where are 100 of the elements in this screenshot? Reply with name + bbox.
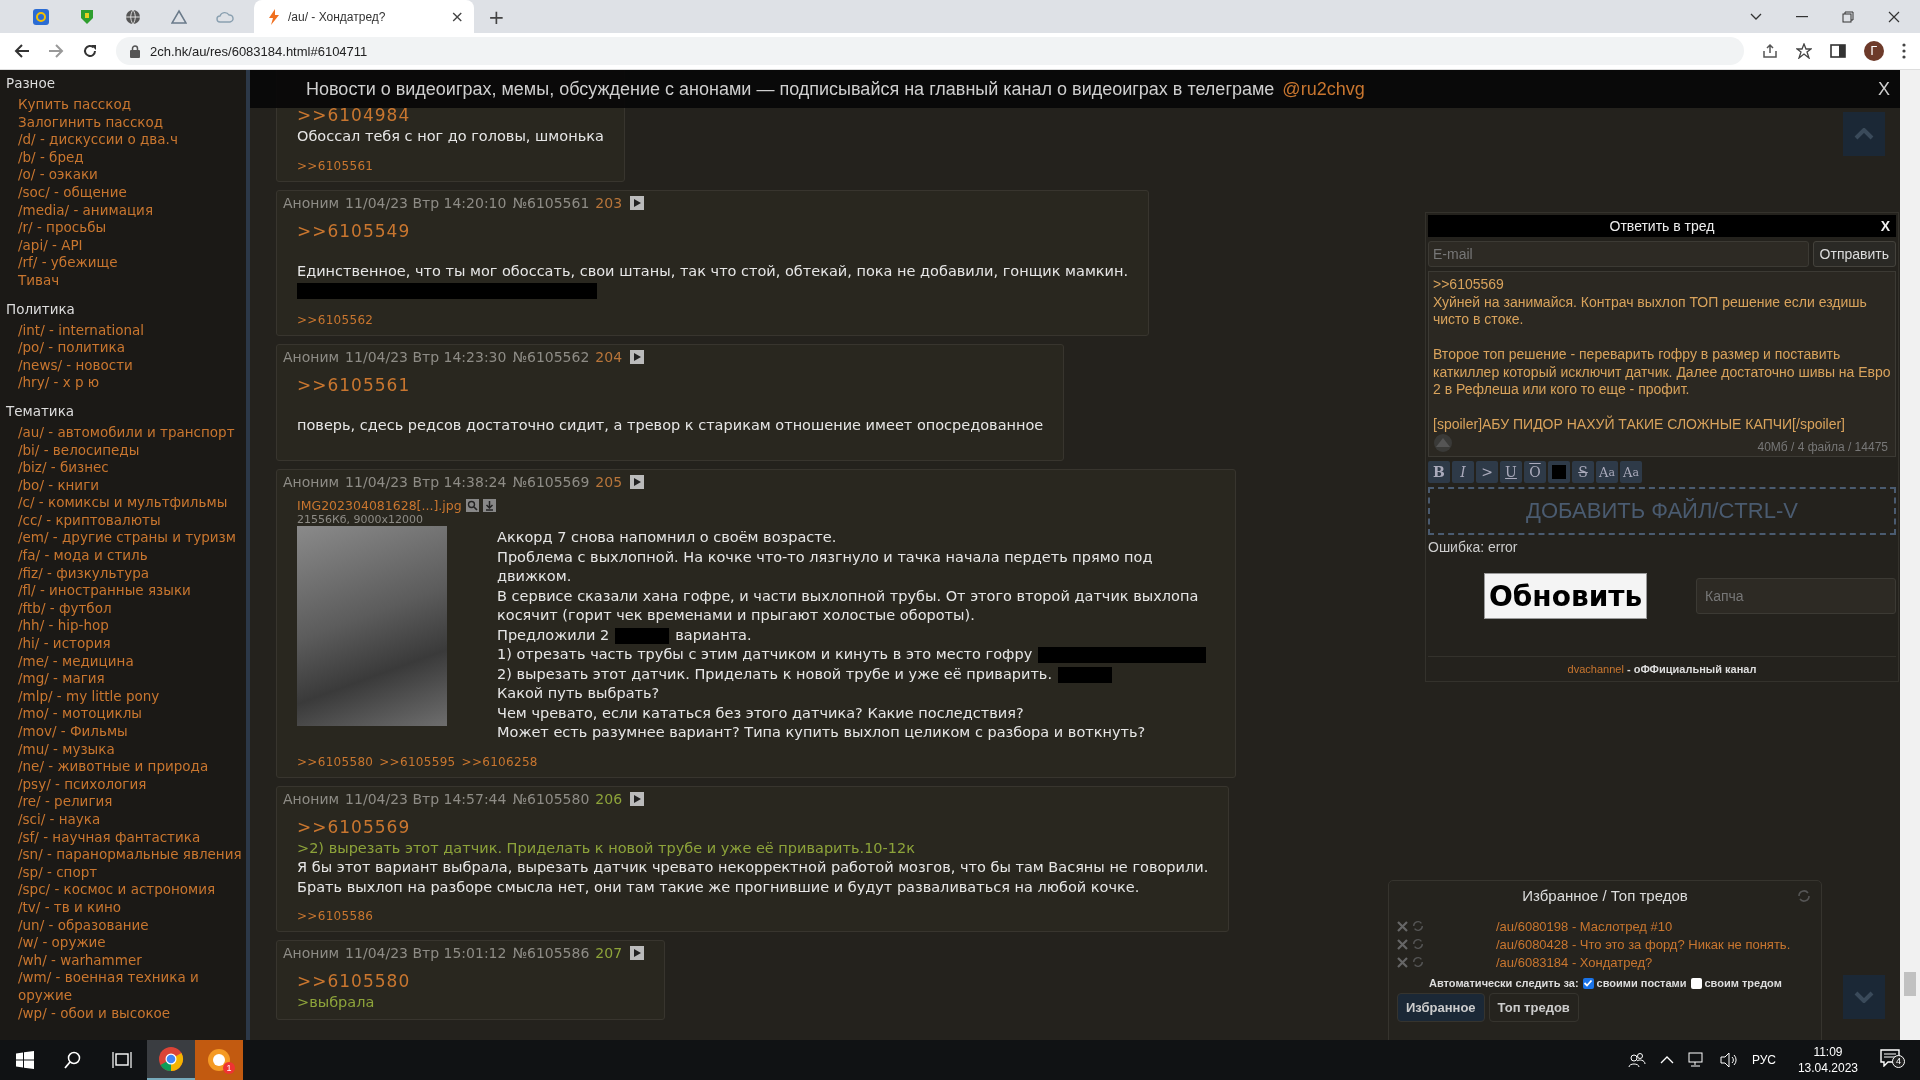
channel-link[interactable]: dvachannel: [1567, 663, 1624, 675]
board-link[interactable]: /mov/ - Фильмы: [6, 723, 246, 741]
board-link[interactable]: /wp/ - обои и высокое: [6, 1004, 246, 1023]
star-icon[interactable]: [1796, 43, 1812, 59]
notification-icon[interactable]: [1880, 1049, 1900, 1067]
share-icon[interactable]: [1762, 43, 1778, 59]
board-link[interactable]: Купить пасскод: [6, 96, 246, 114]
refresh-button[interactable]: Обновить: [1484, 573, 1648, 619]
chevron-down-icon[interactable]: [1750, 12, 1762, 21]
board-link[interactable]: /c/ - комиксы и мультфильмы: [6, 494, 246, 512]
board-link[interactable]: /mg/ - магия: [6, 670, 246, 688]
board-link[interactable]: /news/ - новости: [6, 356, 246, 375]
post-number[interactable]: №6105586: [512, 945, 590, 961]
chevron-up-icon[interactable]: [1659, 1056, 1674, 1064]
format-button[interactable]: I: [1452, 461, 1474, 483]
download-icon[interactable]: [482, 499, 496, 512]
close-button[interactable]: X: [1880, 218, 1890, 234]
board-link[interactable]: /fa/ - мода и стиль: [6, 547, 246, 565]
board-link[interactable]: /sf/ - научная фантастика: [6, 828, 246, 847]
board-link[interactable]: /int/ - international: [6, 321, 246, 340]
board-link[interactable]: /wm/ - военная техника и оружие: [6, 969, 246, 1005]
board-link[interactable]: /media/ - анимация: [6, 201, 246, 220]
post-number[interactable]: №6105569: [512, 474, 590, 490]
close-icon[interactable]: [1888, 10, 1900, 23]
board-link[interactable]: /fiz/ - физкультура: [6, 564, 246, 583]
play-icon[interactable]: [630, 475, 645, 489]
people-icon[interactable]: [1627, 1052, 1646, 1068]
board-link[interactable]: /hh/ - hip-hop: [6, 617, 246, 636]
play-icon[interactable]: [630, 195, 645, 210]
backlink[interactable]: >>6105595: [379, 754, 456, 769]
backlink[interactable]: >>6105562: [297, 312, 374, 327]
board-link[interactable]: /spc/ - космос и астрономия: [6, 881, 246, 899]
board-link[interactable]: /hry/ - х р ю: [6, 374, 246, 392]
board-link[interactable]: /au/ - автомобили и транспорт: [6, 423, 246, 442]
restore-icon[interactable]: [1842, 10, 1854, 23]
reply-link[interactable]: >>6105549: [297, 218, 411, 262]
board-link[interactable]: /hi/ - история: [6, 635, 246, 653]
format-button[interactable]: B: [1428, 461, 1450, 483]
board-link[interactable]: /re/ - религия: [6, 793, 246, 811]
board-link[interactable]: /soc/ - общение: [6, 183, 246, 202]
board-link[interactable]: /me/ - медицина: [6, 652, 246, 671]
board-link[interactable]: /tv/ - тв и кино: [6, 898, 246, 917]
board-link[interactable]: /mlp/ - my little pony: [6, 687, 246, 706]
board-link[interactable]: /ne/ - животные и природа: [6, 758, 246, 776]
reply-link[interactable]: >>6105561: [297, 372, 411, 416]
board-link[interactable]: /r/ - просьбы: [6, 219, 246, 237]
email-field[interactable]: E-mail: [1428, 241, 1809, 267]
post-number[interactable]: №6105580: [512, 790, 590, 807]
board-link[interactable]: /psy/ - психология: [6, 775, 246, 794]
clock-time[interactable]: 11:09: [1813, 1044, 1843, 1060]
post-number[interactable]: №6105561: [512, 194, 590, 211]
board-link[interactable]: /sci/ - наука: [6, 810, 246, 829]
board-link[interactable]: /o/ - оэкаки: [6, 166, 246, 184]
board-link[interactable]: /bo/ - книги: [6, 476, 246, 495]
format-button[interactable]: O: [1524, 461, 1546, 483]
windows-logo-icon[interactable]: [16, 1051, 34, 1069]
board-link[interactable]: /b/ - бред: [6, 148, 246, 167]
board-link[interactable]: /cc/ - криптовалюты: [6, 511, 246, 530]
board-link[interactable]: /api/ - API: [6, 236, 246, 255]
menu-dots-icon[interactable]: [1902, 43, 1906, 59]
board-link[interactable]: /mu/ - музыка: [6, 740, 246, 759]
format-button[interactable]: >: [1476, 461, 1498, 483]
post-number[interactable]: №6105562: [512, 348, 590, 365]
checkbox[interactable]: [1690, 977, 1702, 989]
side-panel-icon[interactable]: [1830, 43, 1846, 59]
board-link[interactable]: /rf/ - убежище: [6, 254, 246, 272]
panel-tab[interactable]: Топ тредов: [1488, 993, 1579, 1022]
reply-link[interactable]: >>6105569: [297, 816, 411, 837]
search-icon[interactable]: [64, 1051, 82, 1069]
panel-tab[interactable]: Избранное: [1397, 993, 1485, 1022]
send-button[interactable]: Отправить: [1812, 241, 1896, 267]
play-icon[interactable]: [630, 349, 645, 364]
close-tab-button[interactable]: ×: [450, 7, 464, 26]
backlink[interactable]: >>6105580: [297, 754, 374, 769]
profile-avatar[interactable]: Г: [1864, 41, 1884, 61]
address-bar[interactable]: 2ch.hk/au/res/6083184.html#6104711: [116, 37, 1744, 65]
network-icon[interactable]: [1687, 1052, 1706, 1068]
board-link[interactable]: /sn/ - паранормальные явления: [6, 846, 246, 864]
board-link[interactable]: Залогинить пасскод: [6, 113, 246, 132]
thread-link[interactable]: /au/6083184 - Хондатред?: [1496, 954, 1653, 970]
close-button[interactable]: X: [1878, 78, 1890, 100]
play-icon[interactable]: [630, 946, 645, 960]
thread-link[interactable]: /au/6080198 - Маслотред #10: [1496, 918, 1673, 934]
remove-icon[interactable]: [1397, 938, 1408, 950]
thread-link[interactable]: /au/6080428 - Что это за форд? Никак не понять.: [1496, 936, 1791, 952]
play-icon[interactable]: [630, 791, 645, 806]
new-tab-button[interactable]: +: [488, 4, 505, 29]
board-link[interactable]: /sp/ - спорт: [6, 863, 246, 882]
board-link[interactable]: /biz/ - бизнес: [6, 459, 246, 477]
clock-date[interactable]: 13.04.2023: [1797, 1060, 1858, 1076]
browser-tab[interactable]: /au/ - Хондатред? ×: [254, 0, 474, 33]
captcha-field[interactable]: Капча: [1696, 578, 1896, 614]
backlink[interactable]: >>6105561: [297, 158, 374, 173]
task-view-icon[interactable]: [112, 1051, 132, 1069]
reload-icon[interactable]: [82, 43, 98, 59]
channel-link[interactable]: @ru2chvg: [1282, 78, 1365, 100]
board-link[interactable]: /w/ - оружие: [6, 934, 246, 952]
remove-icon[interactable]: [1397, 920, 1408, 932]
board-link[interactable]: /em/ - другие страны и туризм: [6, 529, 246, 548]
board-link[interactable]: /ftb/ - футбол: [6, 599, 246, 618]
